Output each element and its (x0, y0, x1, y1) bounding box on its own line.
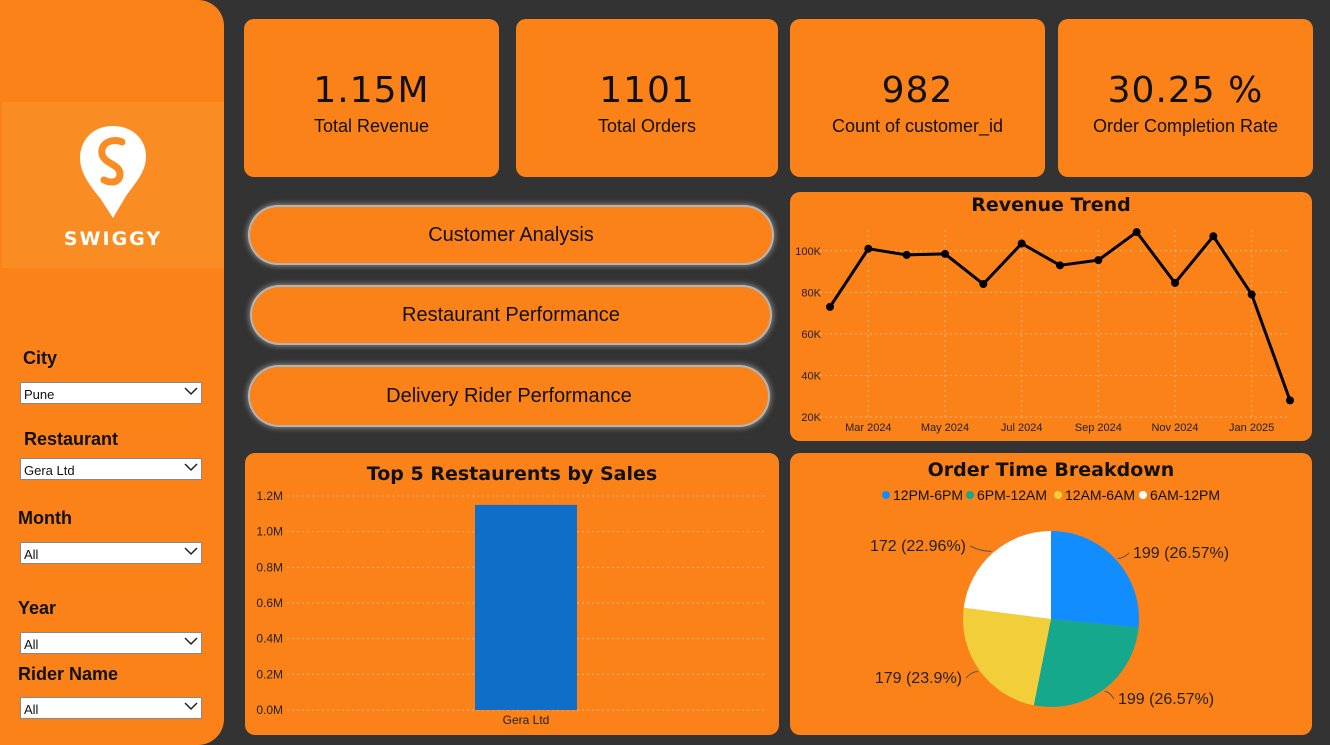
data-point (979, 280, 988, 289)
data-point (1286, 396, 1294, 405)
customer-analysis-button[interactable]: Customer Analysis (250, 207, 772, 263)
chevron-down-icon (184, 463, 198, 472)
top-restaurants-panel: Top 5 Restaurents by Sales 0.0M 0.2M 0.4M 0… (245, 453, 779, 735)
leader-line (1117, 552, 1130, 560)
kpi-customer-count: 982 Count of customer_id (790, 19, 1045, 177)
year-filter-select[interactable]: All (20, 632, 202, 654)
kpi-label: Total Orders (597, 116, 697, 136)
bar (475, 504, 577, 710)
leader-line (965, 671, 978, 679)
top-restaurants-chart: 0.0M 0.2M 0.4M 0.6M 0.8M 1.0M 1.2M Gera Ltd (256, 489, 765, 727)
rider-filter-value: All (24, 702, 39, 717)
data-label: 179 (23.9%) (875, 670, 962, 687)
chevron-down-icon (184, 547, 198, 556)
month-filter-value: All (24, 547, 39, 562)
kpi-value: 982 (881, 70, 954, 111)
x-tick-label: Jan 2025 (1229, 422, 1274, 434)
month-filter-label: Month (18, 508, 72, 528)
data-point (1247, 290, 1256, 299)
data-point (941, 249, 949, 258)
data-label: 199 (26.57%) (1118, 691, 1214, 708)
kpi-order-completion-rate: 30.25 % Order Completion Rate (1058, 19, 1313, 177)
year-filter-value: All (24, 637, 39, 652)
data-point (1171, 278, 1179, 287)
y-tick-label: 0.2M (256, 667, 283, 681)
y-tick-label: 60K (801, 329, 821, 341)
brand-name: SWIGGY (63, 228, 163, 250)
legend-marker (1054, 491, 1062, 499)
legend-label: 12AM-6AM (1065, 487, 1135, 503)
legend-marker (1139, 491, 1147, 499)
month-filter-select[interactable]: All (20, 542, 202, 564)
restaurant-filter-value: Gera Ltd (24, 463, 75, 478)
legend-label: 6AM-12PM (1150, 487, 1220, 503)
city-filter-value: Pune (24, 387, 55, 402)
chevron-down-icon (184, 702, 198, 711)
kpi-label: Total Revenue (313, 116, 430, 136)
data-point (1209, 232, 1218, 241)
order-time-panel: Order Time Breakdown 12PM-6PM 6PM-12AM 12A… (790, 453, 1312, 735)
legend-label: 12PM-6PM (893, 487, 963, 503)
data-point (1056, 261, 1064, 270)
kpi-total-orders: 1101 Total Orders (516, 19, 778, 177)
x-tick-label: Jul 2024 (1001, 422, 1043, 434)
x-tick-label: May 2024 (921, 422, 969, 434)
restaurant-performance-button[interactable]: Restaurant Performance (252, 287, 770, 343)
year-filter-label: Year (18, 598, 57, 618)
sidebar: SWIGGY City Pune Restaurant Gera Ltd Mon… (0, 0, 224, 745)
kpi-value: 1101 (599, 70, 695, 111)
city-filter-label: City (23, 348, 58, 368)
kpi-value: 30.25 % (1107, 70, 1264, 111)
kpi-label: Order Completion Rate (1092, 116, 1279, 136)
y-tick-label: 20K (801, 412, 821, 424)
pie-slice (1051, 531, 1139, 628)
legend-label: 6PM-12AM (977, 487, 1047, 503)
logo-panel: SWIGGY (2, 102, 224, 268)
data-point (1132, 228, 1141, 237)
y-tick-label: 0.0M (256, 703, 283, 717)
revenue-trend-panel: Revenue Trend 20K 40K 60K 80K 100K Mar 2024 Ma… (790, 192, 1312, 441)
x-tick-label: Sep 2024 (1075, 422, 1122, 434)
kpi-label: Count of customer_id (831, 116, 1004, 136)
order-time-chart: 12PM-6PM 6PM-12AM 12AM-6AM 6AM-12PM 199 (26.… (870, 487, 1229, 708)
y-tick-label: 40K (801, 370, 821, 382)
chevron-down-icon (184, 387, 198, 396)
legend-marker (966, 491, 974, 499)
x-tick-label: Gera Ltd (503, 713, 550, 727)
y-tick-label: 80K (801, 287, 821, 299)
y-tick-label: 1.2M (256, 489, 283, 503)
data-label: 199 (26.57%) (1133, 545, 1229, 562)
swiggy-logo-icon (80, 126, 146, 218)
revenue-trend-chart: 20K 40K 60K 80K 100K Mar 2024 May 2024 Jul 2024… (795, 228, 1294, 434)
leader-line (969, 545, 992, 552)
y-tick-label: 100K (795, 246, 821, 258)
y-tick-label: 0.6M (256, 596, 283, 610)
x-tick-label: Mar 2024 (845, 422, 891, 434)
restaurant-filter-select[interactable]: Gera Ltd (20, 458, 202, 480)
y-tick-label: 1.0M (256, 525, 283, 539)
restaurant-filter-label: Restaurant (24, 429, 119, 449)
city-filter-select[interactable]: Pune (20, 382, 202, 404)
data-label: 172 (22.96%) (870, 538, 966, 555)
leader-line (1104, 690, 1115, 700)
x-tick-label: Nov 2024 (1151, 422, 1198, 434)
chevron-down-icon (184, 637, 198, 646)
legend-marker (882, 491, 890, 499)
y-tick-label: 0.8M (256, 560, 283, 574)
kpi-value: 1.15M (313, 70, 430, 111)
data-point (826, 302, 834, 311)
data-point (1094, 256, 1103, 265)
rider-filter-select[interactable]: All (20, 697, 202, 719)
kpi-total-revenue: 1.15M Total Revenue (244, 19, 499, 177)
data-point (864, 244, 873, 253)
data-point (902, 250, 911, 259)
y-tick-label: 0.4M (256, 632, 283, 646)
delivery-rider-performance-button[interactable]: Delivery Rider Performance (250, 367, 768, 425)
pie-slice (963, 531, 1051, 619)
rider-filter-label: Rider Name (18, 664, 119, 684)
data-point (1017, 239, 1026, 248)
